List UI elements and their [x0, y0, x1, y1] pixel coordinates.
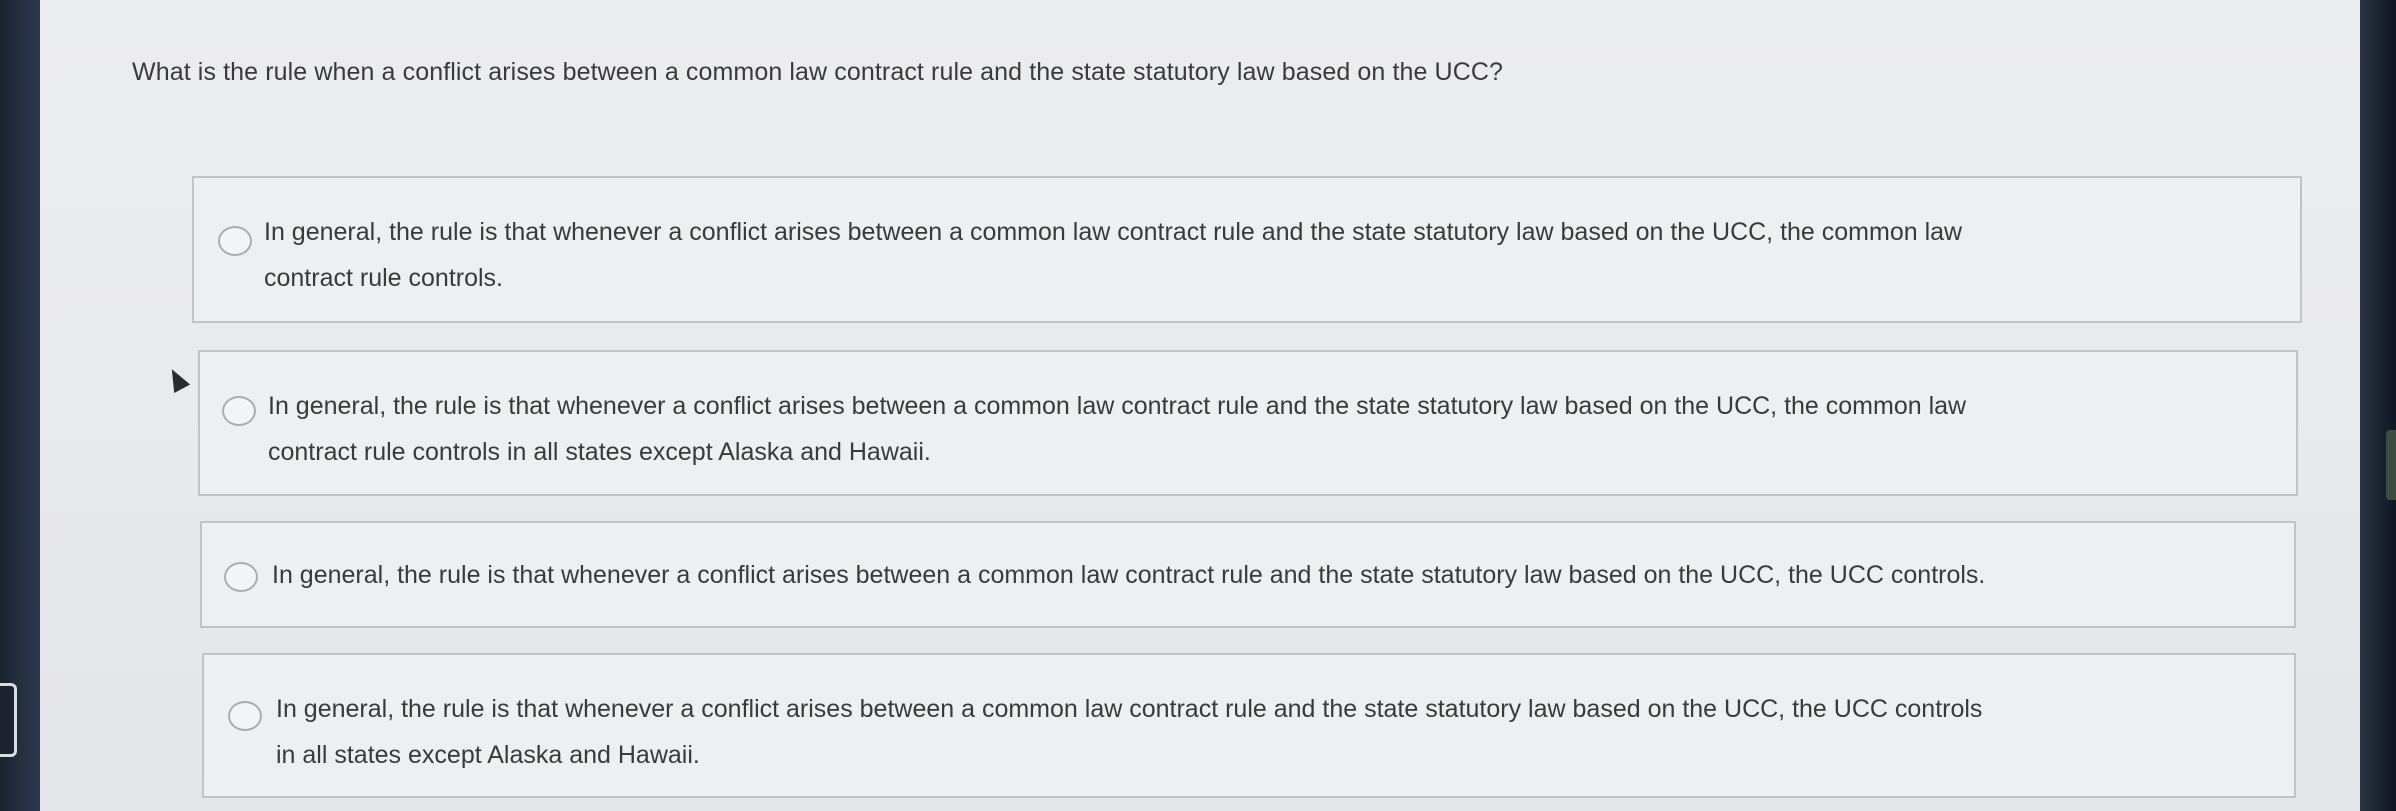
radio-button-empty-icon[interactable]	[218, 226, 252, 256]
answer-option-1-line-2: contract rule controls.	[264, 264, 503, 292]
right-edge-knob	[2386, 430, 2396, 500]
side-tab-handle[interactable]	[0, 683, 17, 757]
answer-option-2[interactable]: In general, the rule is that whenever a …	[198, 350, 2298, 496]
radio-button-empty-icon[interactable]	[224, 562, 258, 592]
answer-option-1-line-1: In general, the rule is that whenever a …	[264, 218, 1963, 246]
answer-option-2-line-1: In general, the rule is that whenever a …	[268, 392, 1967, 420]
answer-option-1[interactable]: In general, the rule is that whenever a …	[192, 176, 2302, 323]
radio-button-empty-icon[interactable]	[228, 701, 262, 731]
answer-option-4-line-2: in all states except Alaska and Hawaii.	[276, 741, 700, 769]
answer-option-4-line-1: In general, the rule is that whenever a …	[276, 695, 1983, 723]
mouse-pointer-icon	[163, 365, 191, 393]
radio-button-empty-icon[interactable]	[222, 396, 256, 426]
answer-option-3[interactable]: In general, the rule is that whenever a …	[200, 521, 2296, 628]
answer-option-2-line-2: contract rule controls in all states exc…	[268, 438, 931, 466]
answer-option-3-line-1: In general, the rule is that whenever a …	[272, 561, 1986, 589]
quiz-page: What is the rule when a conflict arises …	[40, 0, 2360, 811]
screen-bezel-right	[2360, 0, 2396, 811]
question-text: What is the rule when a conflict arises …	[132, 58, 1504, 86]
answer-option-4[interactable]: In general, the rule is that whenever a …	[202, 653, 2296, 798]
